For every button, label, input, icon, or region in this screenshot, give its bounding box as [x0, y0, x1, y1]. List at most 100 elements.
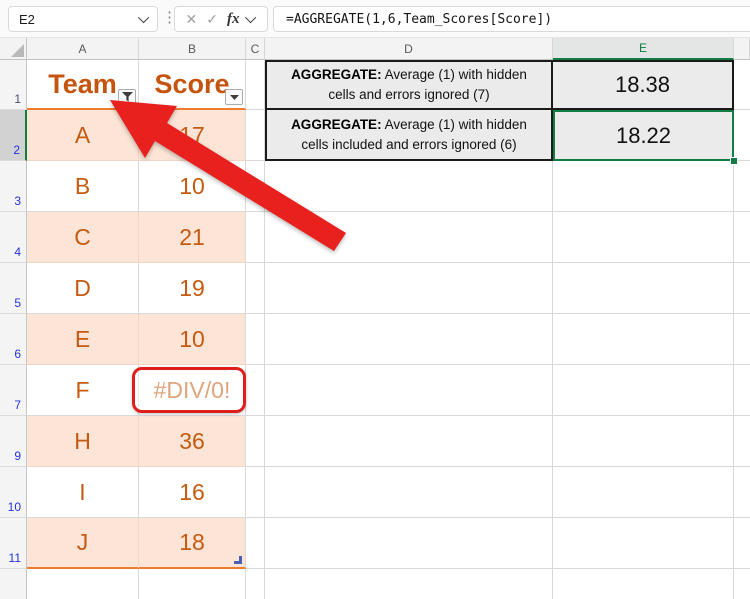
row-header-12-partial[interactable] — [0, 569, 27, 599]
formula-text: =AGGREGATE(1,6,Team_Scores[Score]) — [286, 12, 552, 27]
cell-E11[interactable] — [553, 518, 734, 569]
cell-E5[interactable] — [553, 263, 734, 314]
grid-cell[interactable] — [734, 314, 750, 365]
cell-D5[interactable] — [265, 263, 553, 314]
name-box[interactable]: E2 — [8, 6, 158, 32]
grid-cell[interactable] — [734, 365, 750, 416]
cell-C1[interactable] — [246, 60, 265, 110]
fill-handle[interactable] — [730, 157, 738, 165]
cell-A11[interactable]: J — [27, 518, 139, 569]
cell-D11[interactable] — [265, 518, 553, 569]
cell-C12[interactable] — [246, 569, 265, 599]
column-header-B[interactable]: B — [139, 38, 246, 60]
cell-B2[interactable]: 17 — [139, 110, 246, 161]
cell-E4[interactable] — [553, 212, 734, 263]
cell-D4[interactable] — [265, 212, 553, 263]
grid-cell[interactable] — [734, 518, 750, 569]
name-box-value: E2 — [19, 12, 35, 27]
cell-D1[interactable]: AGGREGATE: Average (1) with hidden cells… — [265, 60, 553, 110]
cell-A4[interactable]: C — [27, 212, 139, 263]
row-header-1[interactable]: 1 — [0, 60, 27, 110]
cell-A1-team-header[interactable]: Team — [27, 60, 139, 110]
cell-E12[interactable] — [553, 569, 734, 599]
cell-E1[interactable]: 18.38 — [553, 60, 734, 110]
select-all-corner[interactable] — [0, 38, 27, 60]
cell-A3[interactable]: B — [27, 161, 139, 212]
cell-B12[interactable] — [139, 569, 246, 599]
row-header-7[interactable]: 7 — [0, 365, 27, 416]
team-filter-button[interactable] — [118, 89, 136, 105]
enter-button[interactable]: ✓ — [206, 11, 218, 28]
grid-cell[interactable] — [734, 569, 750, 599]
cell-A5[interactable]: D — [27, 263, 139, 314]
grid-cell[interactable] — [734, 60, 750, 110]
grid-cell[interactable] — [734, 110, 750, 161]
cell-C11[interactable] — [246, 518, 265, 569]
grid-cell[interactable] — [734, 212, 750, 263]
cancel-button[interactable]: ✕ — [186, 11, 198, 28]
aggregate-label: AGGREGATE: — [291, 117, 382, 132]
cell-A7[interactable]: F — [27, 365, 139, 416]
cell-C9[interactable] — [246, 416, 265, 467]
cell-D10[interactable] — [265, 467, 553, 518]
grid-cell[interactable] — [734, 416, 750, 467]
column-header-A[interactable]: A — [27, 38, 139, 60]
cell-D7[interactable] — [265, 365, 553, 416]
select-all-triangle-icon — [11, 44, 24, 57]
cell-E3[interactable] — [553, 161, 734, 212]
cell-E9[interactable] — [553, 416, 734, 467]
cell-B10[interactable]: 16 — [139, 467, 246, 518]
column-header-F-partial[interactable] — [734, 38, 750, 60]
cell-A12[interactable] — [27, 569, 139, 599]
cell-B7[interactable]: #DIV/0! — [139, 365, 246, 416]
row-header-3[interactable]: 3 — [0, 161, 27, 212]
cell-A6[interactable]: E — [27, 314, 139, 365]
cell-D12[interactable] — [265, 569, 553, 599]
row-header-6[interactable]: 6 — [0, 314, 27, 365]
cell-C10[interactable] — [246, 467, 265, 518]
cell-C6[interactable] — [246, 314, 265, 365]
score-filter-dropdown-button[interactable] — [225, 89, 243, 105]
row-header-9[interactable]: 9 — [0, 416, 27, 467]
cell-C4[interactable] — [246, 212, 265, 263]
row-header-5[interactable]: 5 — [0, 263, 27, 314]
cell-D2[interactable]: AGGREGATE: Average (1) with hidden cells… — [265, 110, 553, 161]
cell-C3[interactable] — [246, 161, 265, 212]
column-header-E-selected[interactable]: E — [553, 38, 734, 60]
cell-D3[interactable] — [265, 161, 553, 212]
row-header-2[interactable]: 2 — [0, 110, 27, 161]
chevron-down-icon[interactable] — [245, 12, 256, 23]
cell-B4[interactable]: 21 — [139, 212, 246, 263]
cell-B1-score-header[interactable]: Score — [139, 60, 246, 110]
grid-cell[interactable] — [734, 467, 750, 518]
cell-B5[interactable]: 19 — [139, 263, 246, 314]
cell-D9[interactable] — [265, 416, 553, 467]
row-header-11[interactable]: 11 — [0, 518, 27, 569]
cell-C7[interactable] — [246, 365, 265, 416]
cell-C2[interactable] — [246, 110, 265, 161]
cell-B9[interactable]: 36 — [139, 416, 246, 467]
chevron-down-icon[interactable] — [138, 12, 149, 23]
grid-cell[interactable] — [734, 161, 750, 212]
cell-B6[interactable]: 10 — [139, 314, 246, 365]
cell-E6[interactable] — [553, 314, 734, 365]
cell-E10[interactable] — [553, 467, 734, 518]
column-header-D[interactable]: D — [265, 38, 553, 60]
cell-B3[interactable]: 10 — [139, 161, 246, 212]
cell-A9[interactable]: H — [27, 416, 139, 467]
row-header-4[interactable]: 4 — [0, 212, 27, 263]
row-header-10[interactable]: 10 — [0, 467, 27, 518]
cell-B11[interactable]: 18 — [139, 518, 246, 569]
column-header-C[interactable]: C — [246, 38, 265, 60]
formula-input[interactable]: =AGGREGATE(1,6,Team_Scores[Score]) — [273, 6, 750, 32]
cell-E7[interactable] — [553, 365, 734, 416]
cell-E2-selected[interactable]: 18.22 — [553, 110, 734, 161]
table-resize-handle-icon[interactable] — [234, 556, 242, 564]
aggregate-description-2: AGGREGATE: Average (1) with hidden cells… — [267, 115, 551, 154]
cell-A10[interactable]: I — [27, 467, 139, 518]
insert-function-button[interactable]: fx — [227, 11, 240, 28]
grid-cell[interactable] — [734, 263, 750, 314]
cell-C5[interactable] — [246, 263, 265, 314]
cell-D6[interactable] — [265, 314, 553, 365]
cell-A2[interactable]: A — [27, 110, 139, 161]
